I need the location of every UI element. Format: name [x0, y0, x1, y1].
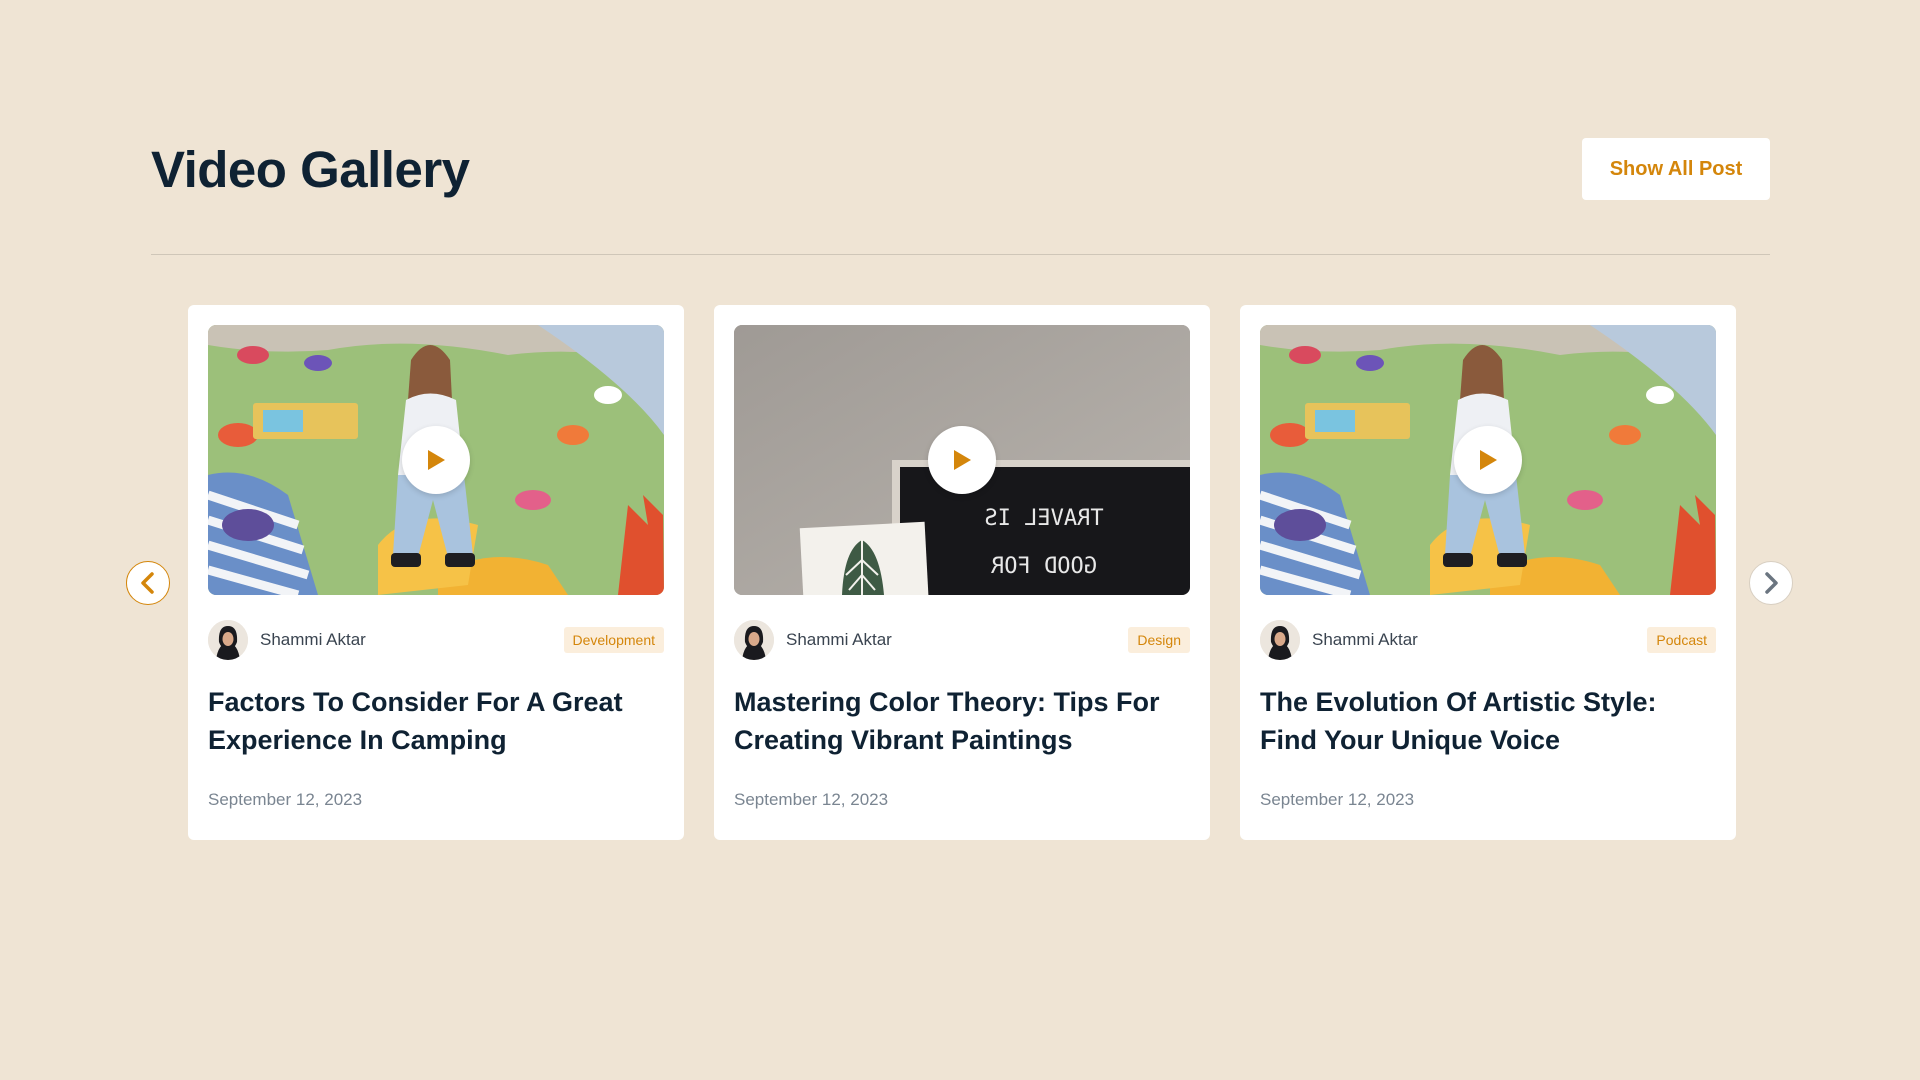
category-badge[interactable]: Design: [1128, 627, 1190, 653]
author-name[interactable]: Shammi Aktar: [786, 630, 892, 650]
category-badge[interactable]: Podcast: [1647, 627, 1716, 653]
chevron-left-icon: [141, 572, 154, 594]
author-name[interactable]: Shammi Aktar: [1312, 630, 1418, 650]
carousel-prev-button[interactable]: [126, 561, 170, 605]
video-thumbnail[interactable]: TRAVEL IS GOOD FOR: [734, 325, 1190, 595]
svg-text:TRAVEL IS: TRAVEL IS: [984, 506, 1103, 531]
play-button[interactable]: [402, 426, 470, 494]
video-card[interactable]: TRAVEL IS GOOD FOR Shammi Aktar Design M…: [714, 305, 1210, 840]
card-date: September 12, 2023: [208, 790, 363, 809]
avatar-icon: [734, 620, 774, 660]
avatar-icon: [1260, 620, 1300, 660]
divider: [151, 254, 1770, 255]
avatar-icon: [208, 620, 248, 660]
video-thumbnail[interactable]: [208, 325, 664, 595]
author-avatar[interactable]: [208, 620, 248, 660]
video-card[interactable]: Shammi Aktar Development Factors To Cons…: [188, 305, 684, 840]
chevron-right-icon: [1765, 572, 1778, 594]
card-title[interactable]: Factors To Consider For A Great Experien…: [208, 683, 664, 759]
play-button[interactable]: [1454, 426, 1522, 494]
card-meta: Shammi Aktar Podcast: [1260, 620, 1716, 660]
svg-text:GOOD FOR: GOOD FOR: [990, 554, 1097, 579]
author-avatar[interactable]: [734, 620, 774, 660]
play-button[interactable]: [928, 426, 996, 494]
author-avatar[interactable]: [1260, 620, 1300, 660]
show-all-post-button[interactable]: Show All Post: [1582, 138, 1770, 200]
play-icon: [1480, 450, 1497, 470]
video-thumbnail[interactable]: [1260, 325, 1716, 595]
card-title[interactable]: Mastering Color Theory: Tips For Creatin…: [734, 683, 1190, 759]
card-date: September 12, 2023: [1260, 790, 1415, 809]
category-badge[interactable]: Development: [563, 627, 664, 653]
card-title[interactable]: The Evolution Of Artistic Style: Find Yo…: [1260, 683, 1716, 759]
card-meta: Shammi Aktar Design: [734, 620, 1190, 660]
play-icon: [428, 450, 445, 470]
section-title: Video Gallery: [151, 141, 470, 198]
video-gallery-section: Video Gallery Show All Post Shammi Aktar…: [0, 0, 1920, 1080]
card-date: September 12, 2023: [734, 790, 889, 809]
video-card[interactable]: Shammi Aktar Podcast The Evolution Of Ar…: [1240, 305, 1736, 840]
play-icon: [954, 450, 971, 470]
author-name[interactable]: Shammi Aktar: [260, 630, 366, 650]
card-meta: Shammi Aktar Development: [208, 620, 664, 660]
carousel-next-button[interactable]: [1749, 561, 1793, 605]
